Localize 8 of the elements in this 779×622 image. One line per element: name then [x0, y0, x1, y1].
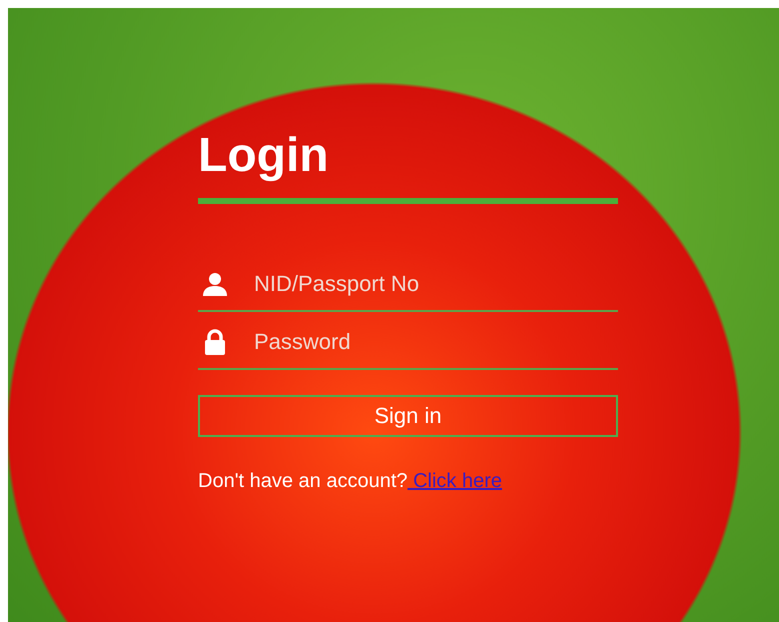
input-field[interactable]: NID/Passport No [254, 271, 618, 297]
input-field[interactable]: Password [254, 329, 618, 355]
sign-in-button[interactable]: Sign in [198, 395, 618, 437]
user-icon [202, 271, 228, 297]
login-title: Login [198, 128, 329, 184]
signup-link[interactable]: Click here [408, 470, 502, 492]
signup-prompt: Don't have an account? Click here [198, 470, 502, 493]
lock-icon [202, 329, 228, 355]
